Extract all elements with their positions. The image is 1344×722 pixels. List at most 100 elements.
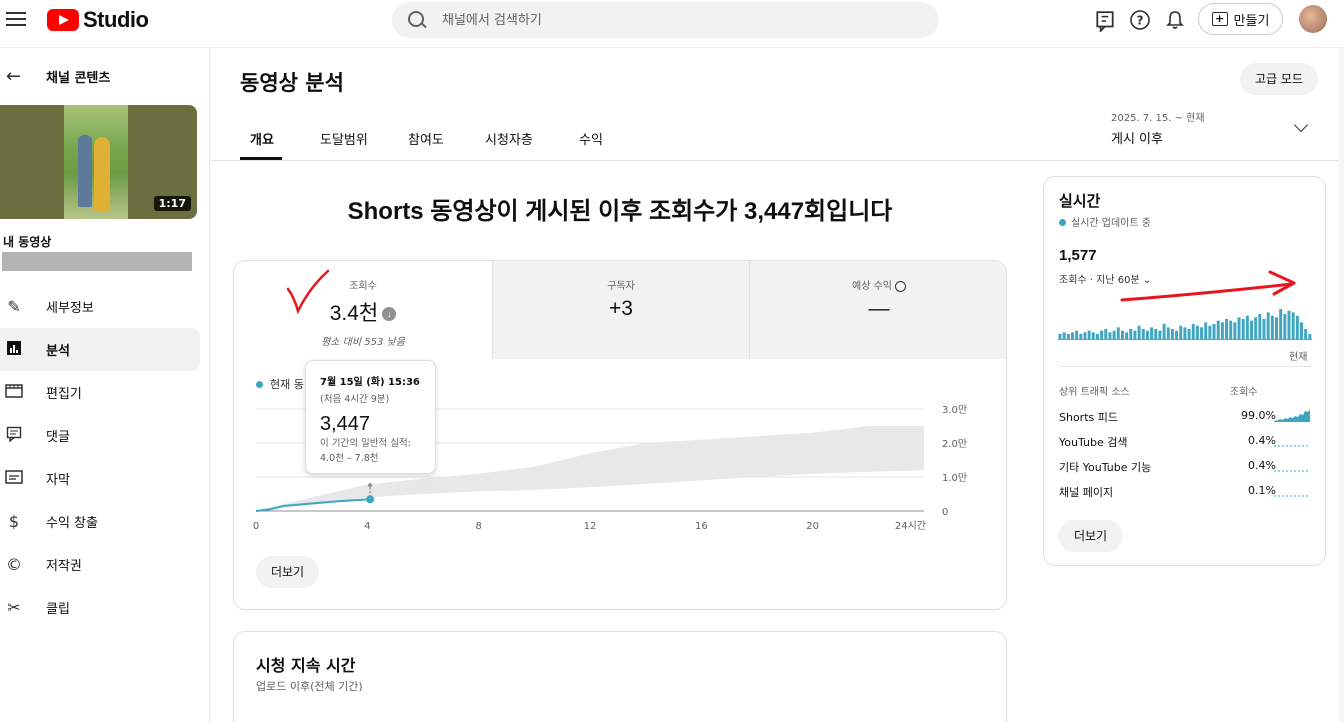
metric-value: —	[868, 297, 890, 320]
metric-subscribers[interactable]: 구독자 +3	[492, 261, 749, 359]
search-input[interactable]	[442, 12, 862, 28]
tab-reach[interactable]: 도달범위	[320, 129, 368, 148]
realtime-bar	[1141, 329, 1145, 339]
tab-audience[interactable]: 시청자층	[485, 129, 533, 148]
checkmark-annotation-icon	[286, 269, 330, 315]
divider	[1059, 366, 1312, 367]
metric-views[interactable]: 조회수 3.4천 ↓ 평소 대비 553 낮음	[234, 261, 492, 359]
feedback-icon[interactable]	[1094, 10, 1116, 32]
tab-engagement[interactable]: 참여도	[408, 129, 444, 148]
sidebar-item-details[interactable]: ✎ 세부정보	[0, 285, 200, 328]
tooltip-date: 7월 15일 (화) 15:36	[320, 377, 420, 388]
source-sparkline	[1274, 470, 1310, 472]
realtime-bar-chart[interactable]	[1058, 305, 1312, 341]
realtime-bar	[1075, 330, 1079, 339]
search-bar[interactable]	[392, 2, 939, 38]
tab-overview[interactable]: 개요	[250, 129, 274, 148]
realtime-bar	[1079, 334, 1083, 339]
realtime-bar	[1212, 324, 1216, 339]
realtime-bar	[1129, 329, 1133, 339]
realtime-bar	[1162, 324, 1166, 339]
realtime-more-button[interactable]: 더보기	[1058, 520, 1123, 552]
sidebar-item-label: 자막	[46, 473, 70, 488]
traffic-source-row[interactable]: 채널 페이지 0.1%	[1059, 484, 1319, 504]
back-to-channel-content[interactable]: ← 채널 콘텐츠	[6, 66, 110, 87]
more-button[interactable]: 더보기	[256, 556, 319, 588]
traffic-source-row[interactable]: Shorts 피드 99.0%	[1059, 409, 1319, 429]
realtime-bar	[1204, 322, 1208, 339]
data-point	[366, 495, 375, 504]
watch-time-subtitle: 업로드 이후(전체 기간)	[256, 680, 363, 693]
avatar[interactable]	[1299, 5, 1327, 33]
source-name: Shorts 피드	[1059, 411, 1118, 424]
tab-revenue[interactable]: 수익	[579, 129, 603, 148]
sidebar-item-copyright[interactable]: © 저작권	[0, 543, 200, 586]
realtime-bar	[1095, 334, 1099, 339]
metric-label: 구독자	[607, 281, 635, 292]
realtime-bar	[1175, 330, 1179, 339]
video-duration: 1:17	[153, 196, 191, 211]
notifications-bell-icon[interactable]	[1164, 9, 1186, 31]
sidebar-item-label: 세부정보	[46, 301, 94, 316]
chevron-down-icon[interactable]	[1293, 117, 1309, 133]
copyright-icon: ©	[6, 555, 22, 574]
source-percent: 0.1%	[1248, 484, 1276, 497]
sidebar-item-label: 댓글	[46, 430, 70, 445]
source-name: YouTube 검색	[1059, 436, 1128, 449]
realtime-bar	[1258, 314, 1262, 339]
pencil-icon: ✎	[7, 297, 21, 316]
date-range-picker[interactable]: 2025. 7. 15. ~ 현재 게시 이후	[1111, 109, 1205, 147]
realtime-bar	[1170, 329, 1174, 339]
realtime-bar	[1216, 320, 1220, 339]
realtime-bar	[1291, 312, 1295, 339]
source-sparkline	[1274, 409, 1310, 422]
realtime-bar	[1304, 329, 1308, 339]
sidebar-item-subtitles[interactable]: 자막	[0, 457, 200, 500]
video-thumbnail[interactable]: 1:17	[0, 105, 197, 219]
thumbnail-figure-2	[94, 137, 110, 211]
tooltip-typical-range: 4.0천 – 7.8천	[320, 453, 379, 464]
realtime-bar	[1254, 317, 1258, 339]
realtime-bar	[1058, 334, 1062, 339]
realtime-bar	[1187, 329, 1191, 339]
chart-legend: 현재 동	[256, 376, 304, 392]
realtime-bar	[1183, 327, 1187, 339]
tooltip-since: (처음 4시간 9분)	[320, 394, 390, 405]
y-tick-label: 0	[942, 507, 948, 518]
scrollbar[interactable]	[1339, 48, 1344, 722]
date-range-dates: 2025. 7. 15. ~ 현재	[1111, 113, 1205, 124]
source-name: 기타 YouTube 기능	[1059, 461, 1152, 474]
studio-logo[interactable]: Studio	[47, 7, 149, 33]
create-button[interactable]: + 만들기	[1198, 3, 1283, 35]
x-tick-label: 4	[364, 521, 370, 532]
sidebar-item-editor[interactable]: 편집기	[0, 371, 200, 414]
realtime-bar	[1120, 330, 1124, 339]
realtime-bar	[1275, 317, 1278, 339]
sidebar-item-clips[interactable]: ✂ 클립	[0, 586, 200, 629]
my-video-label: 내 동영상	[3, 235, 52, 249]
traffic-source-row[interactable]: 기타 YouTube 기능 0.4%	[1059, 459, 1319, 479]
realtime-bar	[1166, 327, 1170, 339]
realtime-bar	[1245, 315, 1249, 339]
dollar-icon: $	[8, 512, 20, 531]
x-tick-label: 24시간	[895, 520, 926, 532]
sidebar-item-label: 편집기	[46, 387, 82, 402]
realtime-bar	[1200, 327, 1204, 339]
realtime-bar	[1295, 315, 1299, 339]
legend-label: 현재 동	[270, 378, 304, 391]
realtime-bar	[1150, 327, 1154, 339]
hamburger-menu-icon[interactable]	[6, 8, 26, 28]
metric-value: 3.4천	[329, 302, 379, 325]
help-icon[interactable]: ?	[1129, 9, 1151, 31]
sidebar-item-analytics[interactable]: 분석	[0, 328, 200, 371]
realtime-bar	[1100, 330, 1104, 339]
youtube-logo-icon	[47, 9, 79, 31]
sidebar-item-comments[interactable]: 댓글	[0, 414, 200, 457]
y-tick-label: 2.0만	[942, 438, 967, 450]
sidebar-item-label: 클립	[46, 602, 70, 617]
sidebar-item-monetization[interactable]: $ 수익 창출	[0, 500, 200, 543]
realtime-bar	[1208, 325, 1212, 339]
metric-estimated-revenue[interactable]: 예상 수익 —	[749, 261, 1006, 359]
traffic-source-row[interactable]: YouTube 검색 0.4%	[1059, 434, 1319, 454]
advanced-mode-button[interactable]: 고급 모드	[1240, 63, 1318, 95]
